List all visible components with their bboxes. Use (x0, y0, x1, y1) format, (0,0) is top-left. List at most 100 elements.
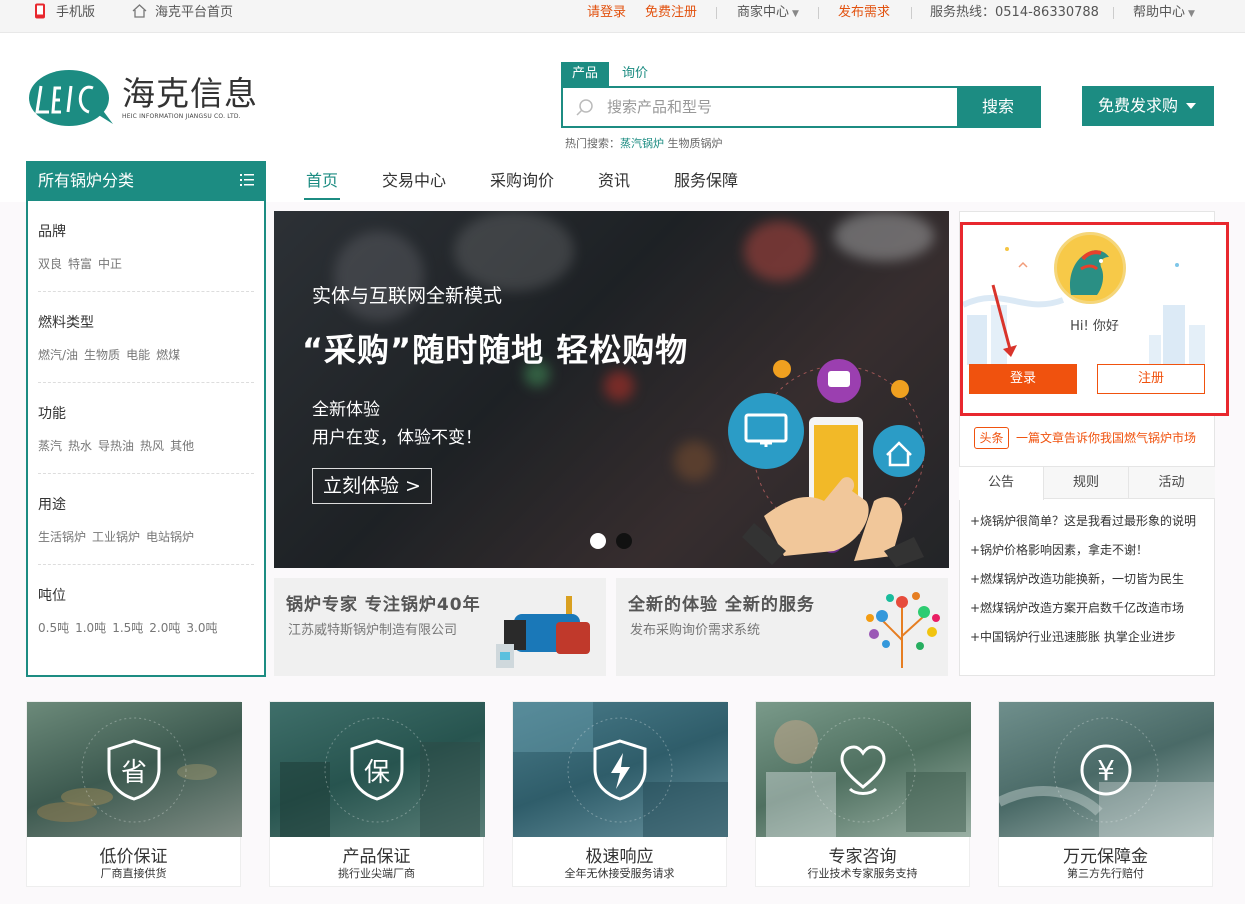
logo-english: HEIC INFORMATION JIANGSU CO. LTD. (122, 113, 241, 120)
category-panel: 品牌 双良 特富 中正 燃料类型 燃汽/油 生物质 电能 燃煤 功能 蒸汽 热水 导热油 热风其… (26, 201, 266, 677)
heic-logo[interactable] (27, 68, 115, 128)
service-image: ¥ (999, 702, 1214, 837)
category-link[interactable]: 热风 (140, 439, 164, 453)
register-button[interactable]: 注册 (1097, 364, 1205, 394)
tab-activities[interactable]: 活动 (1129, 467, 1214, 499)
service-card-fast-response[interactable]: 极速响应 全年无休接受服务请求 (512, 701, 728, 887)
login-button[interactable]: 登录 (969, 364, 1077, 394)
category-link[interactable]: 生活锅炉 (38, 530, 86, 544)
service-hotline: 服务热线：0514-86330788 (930, 5, 1099, 20)
category-link[interactable]: 生物质 (84, 348, 120, 362)
promo-banner-service[interactable]: 全新的体验 全新的服务 发布采购询价需求系统 (616, 578, 948, 676)
category-link[interactable]: 1.0吨 (75, 621, 106, 635)
category-link[interactable]: 特富 (68, 257, 92, 271)
publish-demand-link[interactable]: 发布需求 (838, 0, 890, 26)
divider (716, 7, 717, 19)
news-item[interactable]: +中国锅炉行业迅速膨胀 执掌企业进步 (970, 628, 1206, 645)
mobile-link[interactable]: 手机版 (34, 0, 95, 26)
shield-save-icon: 省 (107, 739, 161, 801)
service-title: 产品保证 (342, 847, 411, 867)
promo-desc: 江苏威特斯锅炉制造有限公司 (288, 623, 458, 638)
tab-rules[interactable]: 规则 (1044, 467, 1129, 499)
search-tab-product[interactable]: 产品 (561, 62, 609, 86)
horse-avatar-icon (1069, 250, 1109, 295)
post-demand-label: 免费发求购 (1098, 96, 1179, 115)
search-tab-inquiry[interactable]: 询价 (613, 62, 657, 86)
nav-procurement[interactable]: 采购询价 (490, 170, 554, 192)
nav-home[interactable]: 首页 (306, 170, 338, 192)
divider (38, 473, 254, 474)
service-image (756, 702, 971, 837)
category-link[interactable]: 燃汽/油 (38, 348, 78, 362)
nav-trade-center[interactable]: 交易中心 (382, 170, 446, 192)
category-link[interactable]: 导热油 (98, 439, 134, 453)
category-header-label: 所有锅炉分类 (38, 171, 135, 190)
service-icon-glyph: 省 (121, 758, 147, 788)
hot-searches: 热门搜索：蒸汽锅炉 生物质锅炉 (565, 135, 723, 151)
category-link[interactable]: 电能 (126, 348, 150, 362)
category-link[interactable]: 中正 (98, 257, 122, 271)
carousel-dot[interactable] (590, 533, 606, 549)
category-link[interactable]: 燃煤 (156, 348, 180, 362)
news-item[interactable]: +燃煤锅炉改造方案开启数千亿改造市场 (970, 599, 1206, 616)
category-link[interactable]: 2.0吨 (149, 621, 180, 635)
category-group-fuel: 燃料类型 燃汽/油 生物质 电能 燃煤 (38, 313, 254, 363)
yuan-coin-icon: ¥ (1080, 744, 1132, 796)
news-item[interactable]: +燃煤锅炉改造功能换新，一切皆为民生 (970, 570, 1206, 587)
hot-search-term[interactable]: 蒸汽锅炉 (620, 137, 664, 150)
service-card-quality[interactable]: 保 产品保证 挑行业尖端厂商 (269, 701, 485, 887)
post-demand-button[interactable]: 免费发求购 (1082, 86, 1214, 126)
service-title: 极速响应 (585, 847, 654, 867)
search-button[interactable]: 搜索 (957, 88, 1039, 126)
caret-down-icon: ▼ (1188, 9, 1195, 19)
service-subtitle: 厂商直接供货 (100, 867, 167, 880)
category-link[interactable]: 蒸汽 (38, 439, 62, 453)
promo-title: 锅炉专家 专注锅炉40年 (286, 595, 481, 615)
tab-announcement[interactable]: 公告 (959, 467, 1044, 500)
service-image (513, 702, 728, 837)
category-link[interactable]: 双良 (38, 257, 62, 271)
user-login-card: Hi! 你好 登录 注册 (960, 222, 1229, 416)
news-item[interactable]: +烧锅炉很简单？这是我看过最形象的说明 (970, 512, 1206, 529)
category-link[interactable]: 电站锅炉 (146, 530, 194, 544)
logo-text: 海克信息 (122, 74, 258, 113)
promo-desc: 发布采购询价需求系统 (630, 623, 761, 638)
nav-service[interactable]: 服务保障 (674, 170, 738, 192)
login-link[interactable]: 请登录 (587, 0, 626, 26)
carousel-dot[interactable] (616, 533, 632, 549)
caret-down-icon: ▼ (792, 9, 799, 19)
service-icon-glyph: ¥ (1097, 754, 1115, 787)
nav-news[interactable]: 资讯 (598, 170, 630, 192)
help-center-menu[interactable]: 帮助中心 ▼ (1133, 0, 1195, 26)
service-image: 省 (27, 702, 242, 837)
promo-banner-boiler[interactable]: 锅炉专家 专注锅炉40年 江苏威特斯锅炉制造有限公司 (274, 578, 606, 676)
news-tabs: 公告 规则 活动 (959, 466, 1215, 500)
banner-cta-button[interactable]: 立刻体验 > (312, 468, 432, 504)
category-link[interactable]: 其他 (170, 439, 194, 453)
headline-news[interactable]: 头条 一篇文章告诉你我国燃气锅炉市场 (974, 427, 1210, 451)
service-card-deposit[interactable]: ¥ 万元保障金 第三方先行赔付 (998, 701, 1214, 887)
service-card-low-price[interactable]: 省 低价保证 厂商直接供货 (26, 701, 242, 887)
merchant-center-menu[interactable]: 商家中心 ▼ (737, 0, 799, 26)
hot-search-term[interactable]: 生物质锅炉 (668, 137, 723, 150)
search-input[interactable] (607, 96, 947, 118)
category-title: 吨位 (38, 588, 66, 604)
banner-subtitle: 实体与互联网全新模式 (312, 285, 503, 307)
category-link[interactable]: 热水 (68, 439, 92, 453)
category-title: 燃料类型 (38, 315, 94, 331)
avatar[interactable] (1054, 232, 1126, 304)
news-item[interactable]: +锅炉价格影响因素，拿走不谢！ (970, 541, 1206, 558)
category-link[interactable]: 1.5吨 (112, 621, 143, 635)
service-icon-glyph: 保 (364, 758, 390, 788)
category-group-tonnage: 吨位 0.5吨 1.0吨 1.5吨 2.0吨 3.0吨 (38, 586, 254, 636)
category-link[interactable]: 工业锅炉 (92, 530, 140, 544)
category-link[interactable]: 0.5吨 (38, 621, 69, 635)
tree-network-illustration (866, 592, 940, 668)
service-card-expert[interactable]: 专家咨询 行业技术专家服务支持 (755, 701, 971, 887)
category-header[interactable]: 所有锅炉分类 (26, 161, 266, 201)
headline-text: 一篇文章告诉你我国燃气锅炉市场 (1016, 431, 1197, 445)
hero-banner[interactable]: 实体与互联网全新模式 “采购”随时随地 轻松购物 全新体验 用户在变，体验不变！… (274, 211, 949, 568)
platform-home-link[interactable]: 海克平台首页 (132, 0, 233, 26)
category-link[interactable]: 3.0吨 (186, 621, 217, 635)
register-link[interactable]: 免费注册 (645, 0, 697, 26)
